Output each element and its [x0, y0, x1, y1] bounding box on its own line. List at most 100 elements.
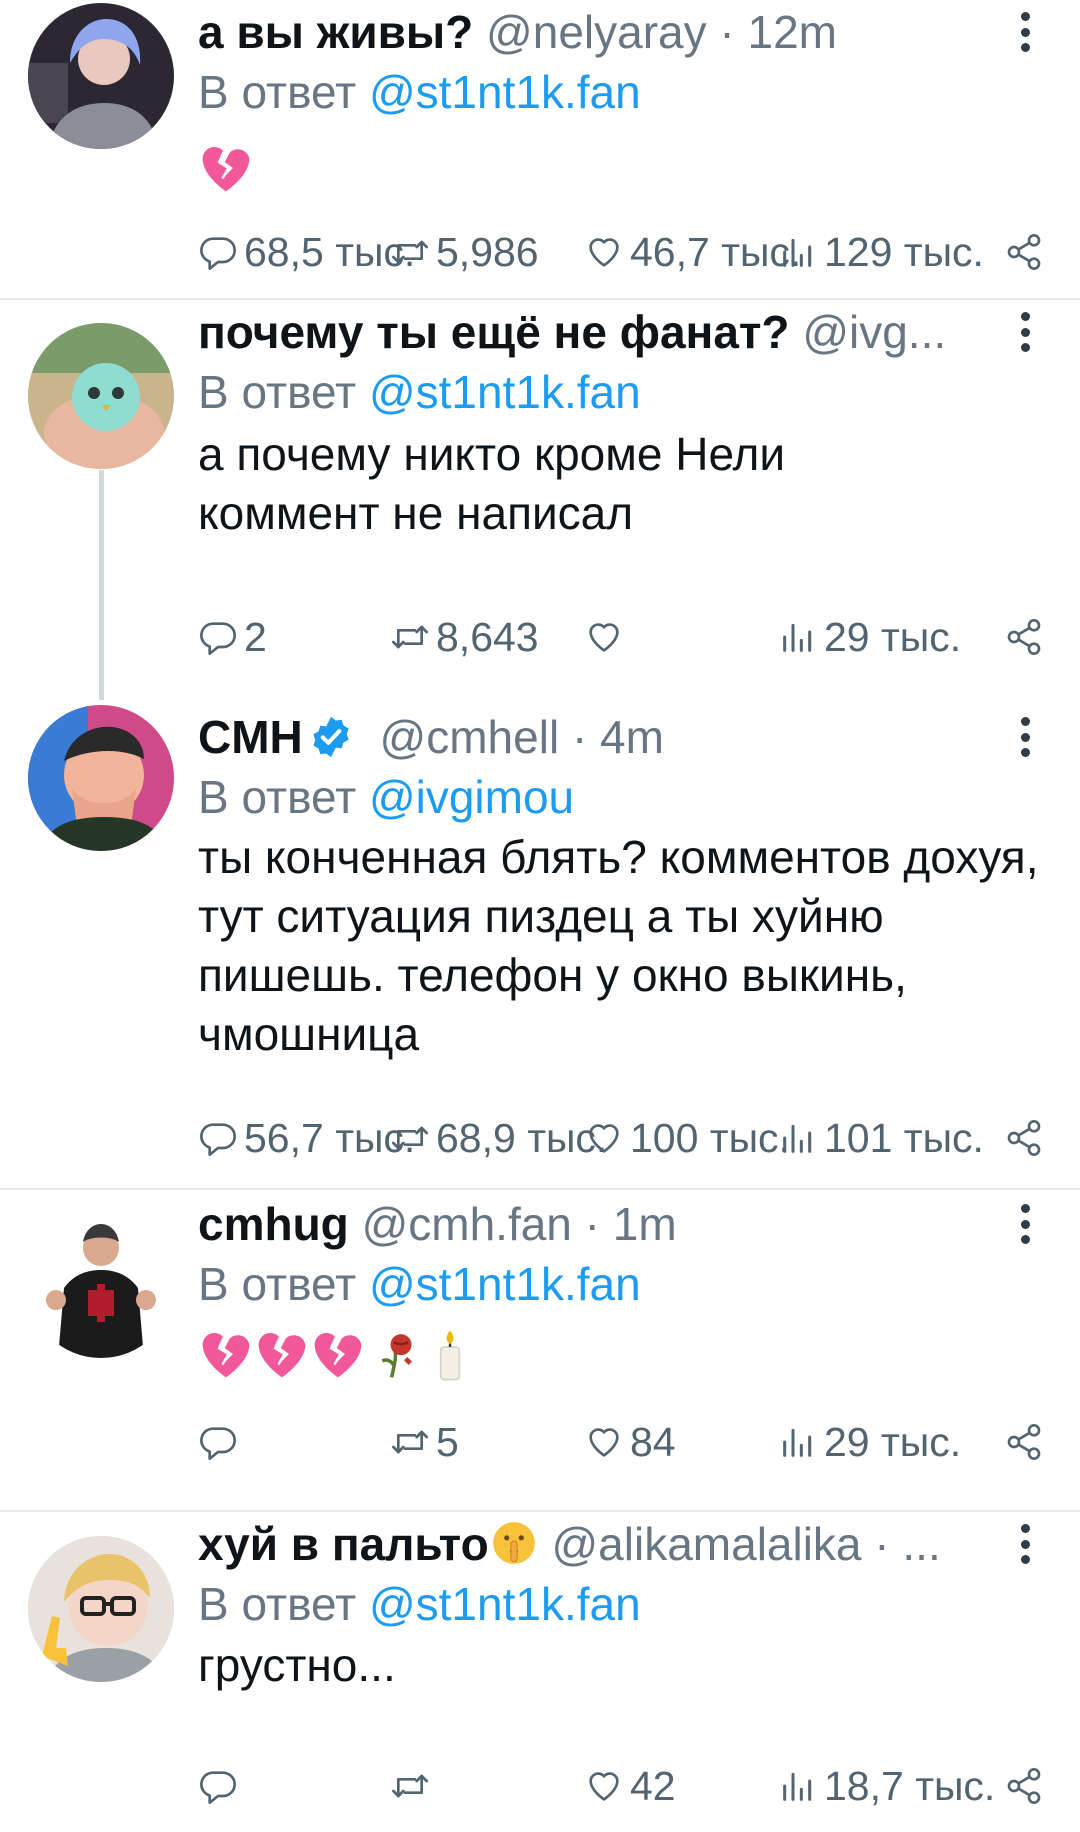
views-button[interactable]: 29 тыс. [778, 609, 961, 665]
tweet-header: cmhug @cmh.fan · 1m [198, 1194, 1010, 1254]
tweet-body [198, 1326, 1040, 1388]
reply-prefix: В ответ [198, 1258, 369, 1310]
retweet-icon [390, 1422, 430, 1462]
verified-badge-icon [313, 716, 349, 758]
reply-icon [198, 1118, 238, 1158]
display-name[interactable]: почему ты ещё не фанат? [198, 306, 790, 358]
tweet-header: а вы живы? @nelyaray · 12m [198, 2, 1010, 62]
views-icon [778, 1766, 818, 1806]
reply-to-link[interactable]: @st1nt1k.fan [369, 366, 641, 418]
views-button[interactable]: 18,7 тыс. [778, 1758, 995, 1814]
tweet-header: CMH @cmhell · 4m [198, 707, 1010, 767]
like-count: 46,7 тыс. [630, 228, 802, 275]
like-button[interactable]: 46,7 тыс. [584, 224, 801, 280]
retweet-button[interactable]: 8,643 [390, 609, 539, 665]
more-icon[interactable] [1018, 312, 1032, 352]
share-button[interactable] [1004, 1758, 1044, 1814]
tweet[interactable]: хуй в пальто @alikamalalika · ... В отве… [0, 1512, 1080, 1832]
thread-line [99, 470, 104, 700]
retweet-count: 5,986 [436, 228, 539, 275]
avatar[interactable] [28, 1536, 174, 1682]
avatar[interactable] [28, 705, 174, 851]
reply-prefix: В ответ [198, 366, 369, 418]
handle-time: @nelyaray · 12m [486, 6, 837, 58]
like-button[interactable]: 84 [584, 1414, 676, 1470]
reply-button[interactable] [198, 1758, 244, 1814]
tweet-body [198, 140, 1040, 202]
broken-heart-emoji [198, 1332, 254, 1384]
retweet-icon [390, 1118, 430, 1158]
share-icon [1004, 1118, 1044, 1158]
tweet-body: грустно... [198, 1639, 396, 1691]
like-button[interactable] [584, 609, 630, 665]
tweet-body: ты конченная блять? комментов дохуя, тут… [198, 831, 1039, 1060]
display-name[interactable]: хуй в пальто [198, 1518, 489, 1570]
broken-heart-emoji [254, 1332, 310, 1384]
like-icon [584, 1766, 624, 1806]
share-button[interactable] [1004, 224, 1044, 280]
tweet[interactable]: почему ты ещё не фанат? @ivg... В ответ … [0, 300, 1080, 700]
views-count: 18,7 тыс. [824, 1762, 996, 1809]
share-icon [1004, 232, 1044, 272]
avatar[interactable] [28, 1212, 174, 1358]
reply-to-link[interactable]: @ivgimou [369, 771, 574, 823]
retweet-button[interactable]: 68,9 тыс. [390, 1110, 607, 1166]
share-icon [1004, 1422, 1044, 1462]
views-button[interactable]: 129 тыс. [778, 224, 984, 280]
reply-context: В ответ @ivgimou [198, 767, 574, 827]
retweet-button[interactable]: 5 [390, 1414, 459, 1470]
reply-button[interactable]: 68,5 тыс. [198, 224, 415, 280]
reply-to-link[interactable]: @st1nt1k.fan [369, 66, 641, 118]
display-name[interactable]: cmhug [198, 1198, 349, 1250]
avatar[interactable] [28, 3, 174, 149]
handle-time: @cmh.fan · 1m [361, 1198, 677, 1250]
reply-button[interactable]: 56,7 тыс. [198, 1110, 415, 1166]
retweet-count: 68,9 тыс. [436, 1114, 608, 1161]
tweet[interactable]: а вы живы? @nelyaray · 12m В ответ @st1n… [0, 0, 1080, 298]
avatar[interactable] [28, 323, 174, 469]
retweet-button[interactable]: 5,986 [390, 224, 539, 280]
broken-heart-emoji [198, 146, 254, 198]
views-icon [778, 617, 818, 657]
reply-count: 2 [244, 613, 267, 660]
display-name[interactable]: CMH [198, 711, 303, 763]
tweet[interactable]: cmhug @cmh.fan · 1m В ответ @st1nt1k.fan… [0, 1190, 1080, 1510]
reply-button[interactable] [198, 1414, 244, 1470]
views-button[interactable]: 29 тыс. [778, 1414, 961, 1470]
more-icon[interactable] [1018, 1204, 1032, 1244]
more-icon[interactable] [1018, 717, 1032, 757]
retweet-count: 8,643 [436, 613, 539, 660]
like-count: 42 [630, 1762, 676, 1809]
like-icon [584, 1422, 624, 1462]
views-count: 101 тыс. [824, 1114, 984, 1161]
like-icon [584, 1118, 624, 1158]
views-button[interactable]: 101 тыс. [778, 1110, 984, 1166]
like-button[interactable]: 42 [584, 1758, 676, 1814]
tweet-body: а почему никто кроме Нели коммент не нап… [198, 428, 786, 539]
reply-to-link[interactable]: @st1nt1k.fan [369, 1578, 641, 1630]
action-bar: 42 18,7 тыс. [198, 1758, 1050, 1814]
reply-button[interactable]: 2 [198, 609, 267, 665]
share-button[interactable] [1004, 1414, 1044, 1470]
action-bar: 56,7 тыс. 68,9 тыс. 100 тыс. 101 тыс. [198, 1110, 1050, 1166]
reply-icon [198, 617, 238, 657]
wilted-rose-emoji [366, 1332, 422, 1384]
retweet-button[interactable] [390, 1758, 436, 1814]
more-icon[interactable] [1018, 12, 1032, 52]
display-name[interactable]: а вы живы? [198, 6, 473, 58]
views-icon [778, 232, 818, 272]
tweet-header: почему ты ещё не фанат? @ivg... [198, 302, 1010, 362]
share-icon [1004, 617, 1044, 657]
views-count: 29 тыс. [824, 613, 962, 660]
share-button[interactable] [1004, 1110, 1044, 1166]
reply-to-link[interactable]: @st1nt1k.fan [369, 1258, 641, 1310]
reply-context: В ответ @st1nt1k.fan [198, 62, 641, 122]
broken-heart-emoji [310, 1332, 366, 1384]
share-button[interactable] [1004, 609, 1044, 665]
reply-icon [198, 1766, 238, 1806]
retweet-icon [390, 232, 430, 272]
tweet[interactable]: CMH @cmhell · 4m В ответ @ivgimou ты кон… [0, 700, 1080, 1188]
reply-prefix: В ответ [198, 1578, 369, 1630]
like-button[interactable]: 100 тыс. [584, 1110, 790, 1166]
more-icon[interactable] [1018, 1524, 1032, 1564]
